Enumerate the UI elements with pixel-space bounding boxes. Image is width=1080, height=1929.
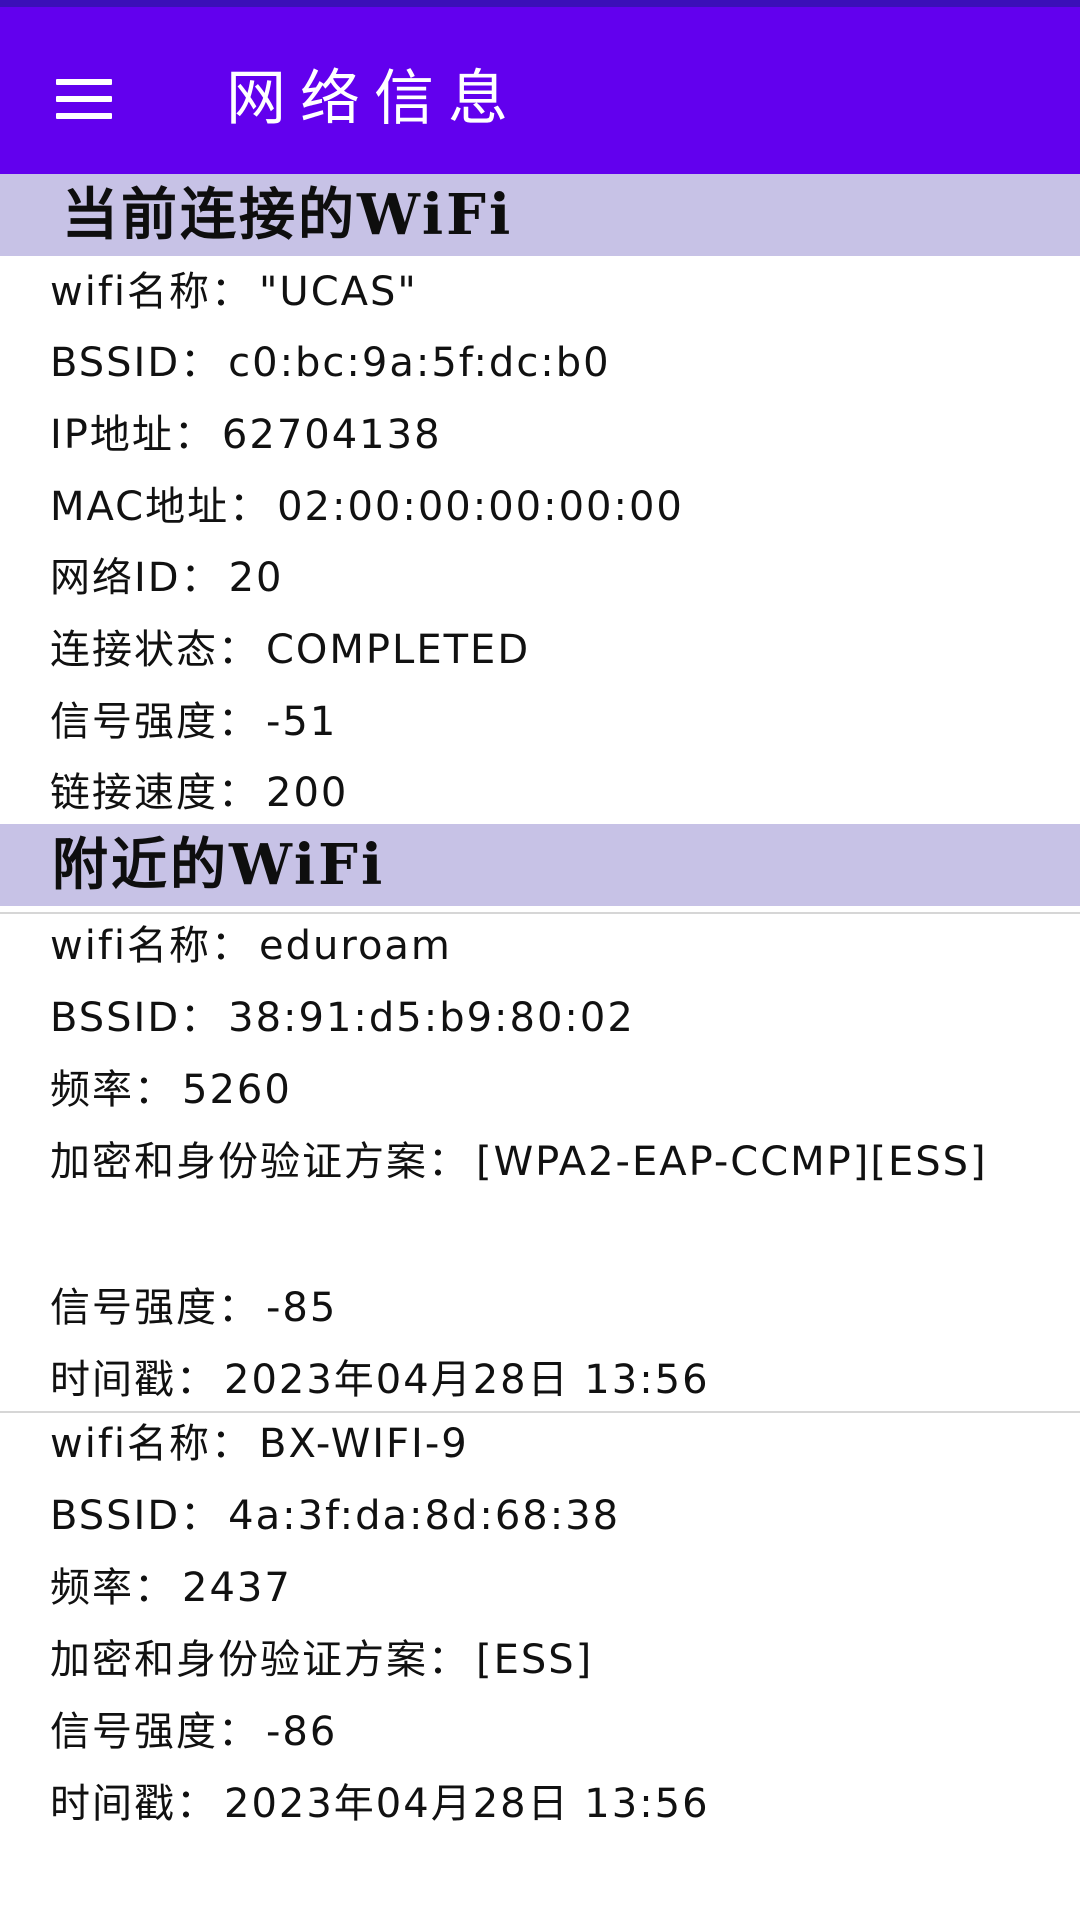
row-label: wifi名称：: [50, 269, 254, 315]
hamburger-menu-icon[interactable]: [44, 59, 124, 139]
row-value: eduroam: [259, 923, 452, 969]
list-item[interactable]: wifi名称： eduroam BSSID： 38:91:d5:b9:80:02 频…: [0, 920, 1080, 1403]
timestamp-row: 时间戳： 2023年04月28日 13:56: [50, 1354, 710, 1406]
row-label: 网络ID：: [50, 555, 223, 601]
row-label: IP地址：: [50, 412, 216, 458]
current-wifi-ip-row: IP地址： 62704138: [50, 409, 442, 461]
row-label: 信号强度：: [50, 1285, 260, 1331]
current-wifi-header: 当前连接的WiFi: [0, 174, 1080, 256]
row-label: 频率：: [50, 1067, 176, 1113]
menu-bar-top: [56, 79, 112, 85]
current-wifi-link-speed-row: 链接速度： 200: [50, 767, 348, 819]
row-value: [WPA2-EAP-CCMP][ESS]: [476, 1139, 988, 1185]
row-value: 2023年04月28日 13:56: [224, 1357, 710, 1403]
list-divider: [0, 1411, 1080, 1413]
menu-bar-middle: [56, 96, 112, 102]
signal-row: 信号强度： -85: [50, 1282, 337, 1334]
row-value: 20: [228, 555, 284, 601]
row-label: 信号强度：: [50, 1709, 260, 1755]
row-label: MAC地址：: [50, 484, 272, 530]
current-wifi-bssid-row: BSSID： c0:bc:9a:5f:dc:b0: [50, 337, 611, 389]
row-label: BSSID：: [50, 995, 223, 1041]
row-label: 加密和身份验证方案：: [50, 1139, 470, 1185]
row-label: 时间戳：: [50, 1781, 218, 1827]
nearby-wifi-header: 附近的WiFi: [0, 824, 1080, 906]
row-value: COMPLETED: [266, 627, 531, 673]
row-label: 加密和身份验证方案：: [50, 1637, 470, 1683]
timestamp-row: 时间戳： 2023年04月28日 13:56: [50, 1778, 710, 1830]
current-wifi-title: 当前连接的WiFi: [62, 182, 514, 248]
row-label: BSSID：: [50, 340, 223, 386]
app-bar: 网络信息: [0, 7, 1080, 174]
nearby-wifi-title: 附近的WiFi: [52, 832, 386, 898]
row-value: 5260: [182, 1067, 292, 1113]
signal-row: 信号强度： -86: [50, 1706, 337, 1758]
row-label: wifi名称：: [50, 1421, 254, 1467]
frequency-row: 频率： 2437: [50, 1562, 292, 1614]
row-value: c0:bc:9a:5f:dc:b0: [228, 340, 611, 386]
row-label: 连接状态：: [50, 627, 260, 673]
row-value: "UCAS": [259, 269, 418, 315]
row-value: BX-WIFI-9: [259, 1421, 469, 1467]
security-row: 加密和身份验证方案： [WPA2-EAP-CCMP][ESS]: [50, 1126, 990, 1199]
wifi-name-row: wifi名称： eduroam: [50, 920, 452, 972]
row-value: 38:91:d5:b9:80:02: [228, 995, 635, 1041]
list-divider: [0, 912, 1080, 914]
row-label: BSSID：: [50, 1493, 223, 1539]
status-strip: [0, 0, 1080, 7]
bssid-row: BSSID： 4a:3f:da:8d:68:38: [50, 1490, 620, 1542]
list-item[interactable]: wifi名称： BX-WIFI-9 BSSID： 4a:3f:da:8d:68:38…: [0, 1418, 1080, 1918]
row-value: 02:00:00:00:00:00: [277, 484, 684, 530]
row-label: wifi名称：: [50, 923, 254, 969]
row-value: 2437: [182, 1565, 292, 1611]
row-label: 频率：: [50, 1565, 176, 1611]
row-value: 200: [266, 770, 349, 816]
current-wifi-mac-row: MAC地址： 02:00:00:00:00:00: [50, 481, 684, 533]
row-value: [ESS]: [476, 1637, 594, 1683]
security-row: 加密和身份验证方案： [ESS]: [50, 1634, 593, 1686]
row-label: 链接速度：: [50, 770, 260, 816]
row-value: -85: [266, 1285, 338, 1331]
row-value: -51: [266, 699, 338, 745]
row-value: 2023年04月28日 13:56: [224, 1781, 710, 1827]
row-label: 时间戳：: [50, 1357, 218, 1403]
row-label: 信号强度：: [50, 699, 260, 745]
row-value: 62704138: [221, 412, 442, 458]
menu-bar-bottom: [56, 113, 112, 119]
row-value: -86: [266, 1709, 338, 1755]
current-wifi-status-row: 连接状态： COMPLETED: [50, 624, 530, 676]
current-wifi-network-id-row: 网络ID： 20: [50, 552, 284, 604]
page-title: 网络信息: [226, 64, 522, 134]
current-wifi-name-row: wifi名称： "UCAS": [50, 266, 418, 318]
frequency-row: 频率： 5260: [50, 1064, 292, 1116]
nearby-wifi-list: wifi名称： eduroam BSSID： 38:91:d5:b9:80:02 频…: [0, 906, 1080, 1929]
wifi-name-row: wifi名称： BX-WIFI-9: [50, 1418, 469, 1470]
bssid-row: BSSID： 38:91:d5:b9:80:02: [50, 992, 635, 1044]
row-value: 4a:3f:da:8d:68:38: [228, 1493, 621, 1539]
current-wifi-list: wifi名称： "UCAS" BSSID： c0:bc:9a:5f:dc:b0 IP…: [0, 256, 1080, 824]
current-wifi-signal-row: 信号强度： -51: [50, 696, 337, 748]
